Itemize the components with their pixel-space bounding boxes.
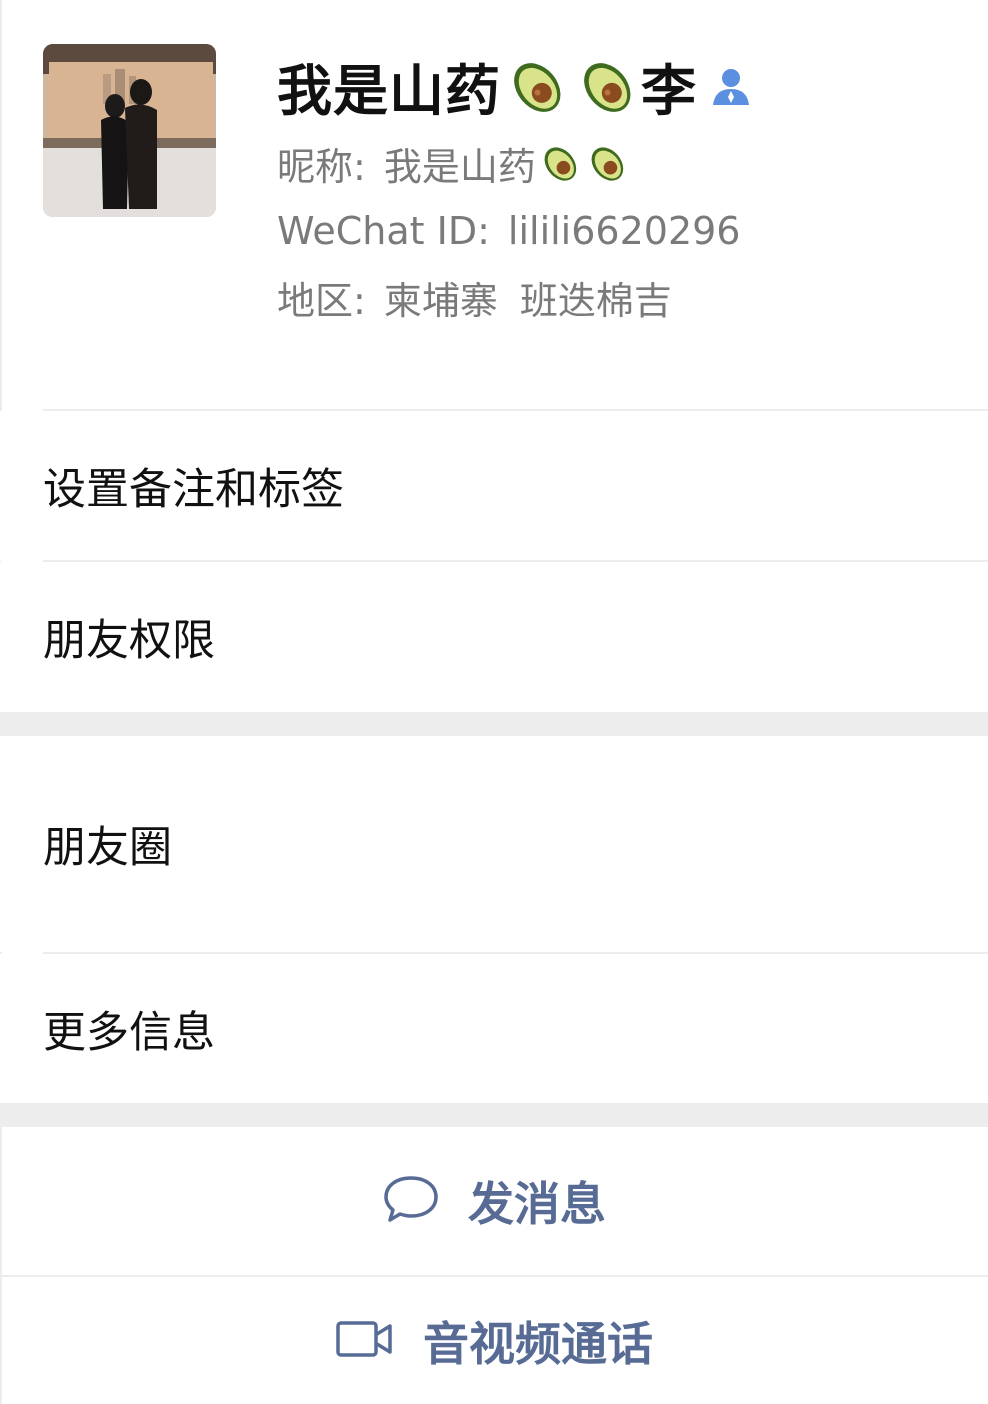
avatar[interactable] bbox=[43, 44, 216, 217]
moments-label: 朋友圈 bbox=[43, 823, 172, 873]
wechat-id-line: WeChat ID: lilili6620296 bbox=[277, 206, 740, 256]
remark-tags-label: 设置备注和标签 bbox=[43, 465, 344, 515]
avocado-icon bbox=[503, 55, 569, 117]
friend-permissions-row[interactable]: 朋友权限 bbox=[0, 562, 988, 712]
remark-tags-row[interactable]: 设置备注和标签 bbox=[0, 411, 988, 561]
region-label: 地区: bbox=[277, 278, 366, 323]
nickname-line: 昵称: 我是山药 bbox=[277, 138, 630, 189]
more-info-row[interactable]: 更多信息 bbox=[0, 954, 988, 1103]
region-line: 地区: 柬埔寨 班迭棉吉 bbox=[277, 272, 672, 323]
avocado-icon bbox=[573, 55, 639, 117]
display-name: 我是山药 李 bbox=[277, 48, 753, 124]
nickname-label: 昵称: bbox=[277, 144, 366, 189]
friend-permissions-label: 朋友权限 bbox=[43, 616, 215, 666]
avatar-image bbox=[43, 44, 216, 217]
wechat-id-label: WeChat ID: bbox=[277, 209, 490, 253]
display-name-suffix: 李 bbox=[641, 59, 698, 123]
nickname-value: 我是山药 bbox=[383, 144, 536, 189]
video-call-button[interactable]: 音视频通话 bbox=[0, 1277, 988, 1404]
moments-row[interactable]: 朋友圈 bbox=[0, 736, 988, 952]
region-country: 柬埔寨 bbox=[383, 278, 498, 323]
send-message-label: 发消息 bbox=[468, 1177, 606, 1231]
send-message-button[interactable]: 发消息 bbox=[0, 1127, 988, 1275]
section-gap bbox=[0, 1103, 988, 1127]
avocado-icon bbox=[537, 141, 582, 185]
video-call-label: 音视频通话 bbox=[423, 1316, 653, 1371]
contact-person-icon bbox=[709, 65, 753, 109]
more-info-label: 更多信息 bbox=[43, 1007, 215, 1058]
wechat-id-value: lilili6620296 bbox=[507, 209, 741, 253]
section-gap bbox=[0, 712, 988, 736]
video-camera-icon bbox=[335, 1319, 395, 1363]
profile-header: 我是山药 李 昵称: 我是山药 WeChat ID: lilili6620296… bbox=[0, 0, 988, 410]
region-city: 班迭棉吉 bbox=[519, 278, 672, 323]
chat-bubble-icon bbox=[382, 1174, 440, 1228]
avocado-icon bbox=[584, 141, 629, 185]
display-name-text: 我是山药 bbox=[277, 59, 502, 123]
